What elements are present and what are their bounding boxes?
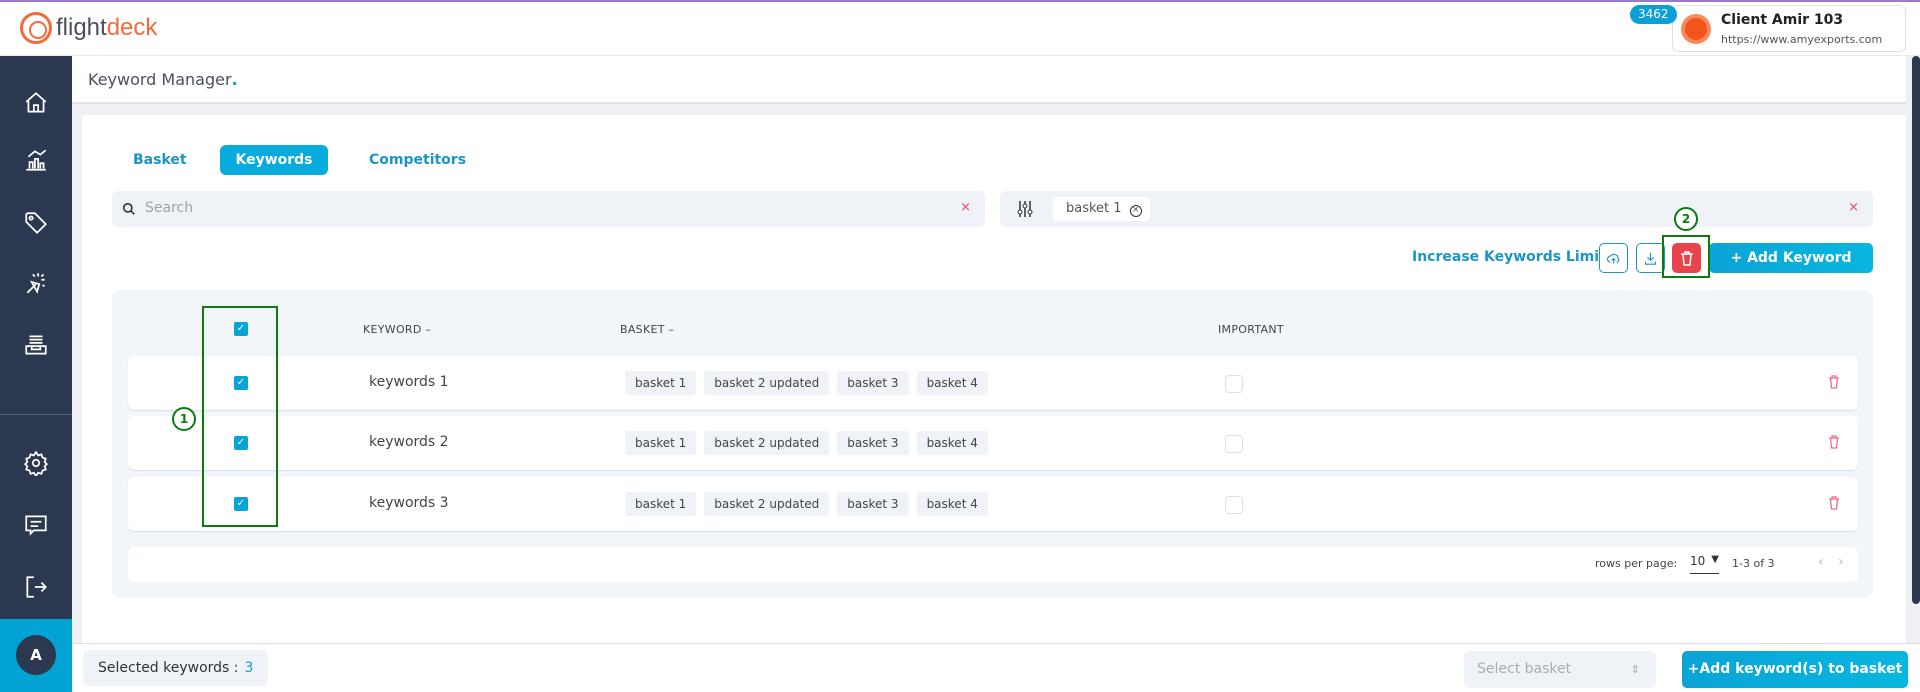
remove-chip-icon[interactable]: ×: [1129, 205, 1142, 217]
filter-chip: basket 1 ×: [1053, 197, 1150, 221]
selected-keywords-count: Selected keywords :3: [83, 650, 269, 686]
basket-chip: basket 2 updated: [704, 492, 830, 516]
basket-chips: basket 1 basket 2 updated basket 3 basket 4: [625, 492, 988, 516]
column-header-important: IMPORTANT: [1218, 323, 1284, 336]
inbox-icon[interactable]: [22, 331, 50, 359]
column-header-basket[interactable]: BASKET –: [620, 323, 674, 336]
home-icon[interactable]: [22, 89, 50, 117]
tab-competitors[interactable]: Competitors: [349, 145, 486, 175]
annotation-marker-1: 1: [172, 407, 196, 431]
pagination: rows per page: 10 ▼ 1-3 of 3 ‹ ›: [128, 547, 1858, 582]
keyword-text: keywords 3: [369, 495, 449, 511]
delete-row-trash-icon[interactable]: [1828, 375, 1840, 389]
basket-chip: basket 3: [837, 371, 909, 395]
next-page-button[interactable]: ›: [1838, 554, 1844, 570]
logo-text: flight: [56, 14, 107, 41]
bottom-action-bar: Selected keywords :3 Select basket ⇕ +Add…: [72, 643, 1920, 692]
page-title-bar: Keyword Manager.: [72, 56, 1906, 104]
delete-row-trash-icon[interactable]: [1828, 435, 1840, 449]
important-checkbox[interactable]: [1225, 435, 1243, 453]
important-checkbox[interactable]: [1225, 496, 1243, 514]
increase-keywords-limit-link[interactable]: Increase Keywords Limit: [1412, 249, 1606, 265]
client-card[interactable]: Client Amir 103 https://www.amyexports.c…: [1672, 5, 1906, 52]
table-row: ✓ keywords 1 basket 1 basket 2 updated bas…: [128, 356, 1858, 410]
download-icon: [1644, 252, 1657, 265]
select-basket-dropdown[interactable]: Select basket ⇕: [1464, 651, 1656, 688]
search-placeholder: Search: [145, 200, 194, 216]
settings-icon[interactable]: [22, 449, 50, 477]
basket-chip: basket 4: [916, 431, 988, 455]
keyword-text: keywords 1: [369, 374, 449, 390]
chat-icon[interactable]: [22, 511, 50, 539]
basket-chip: basket 3: [837, 431, 909, 455]
tab-keywords[interactable]: Keywords: [220, 145, 328, 175]
filter-sliders-icon[interactable]: [1017, 200, 1033, 218]
delete-row-trash-icon[interactable]: [1828, 496, 1840, 510]
rows-per-page-label: rows per page:: [1595, 557, 1678, 570]
tab-basket[interactable]: Basket: [113, 145, 207, 175]
client-url: https://www.amyexports.com: [1721, 33, 1883, 46]
basket-chip: basket 1: [625, 371, 697, 395]
click-icon[interactable]: [22, 269, 50, 297]
tag-icon[interactable]: [22, 209, 50, 237]
logo-text-accent: deck: [106, 14, 158, 41]
sidebar-divider: [0, 414, 72, 415]
column-header-keyword[interactable]: KEYWORD –: [363, 323, 431, 336]
search-icon: [123, 203, 135, 215]
page-range: 1-3 of 3: [1732, 557, 1775, 570]
analytics-icon[interactable]: [22, 146, 50, 174]
annotation-marker-2: 2: [1674, 207, 1698, 231]
clear-search-button[interactable]: ×: [960, 200, 971, 215]
basket-chips: basket 1 basket 2 updated basket 3 basket 4: [625, 371, 988, 395]
rows-per-page-select[interactable]: 10 ▼: [1690, 554, 1719, 574]
sidebar: A: [0, 56, 72, 692]
credits-badge: 3462: [1630, 5, 1677, 24]
cloud-upload-icon: [1607, 253, 1620, 263]
basket-chip: basket 4: [916, 371, 988, 395]
upload-button[interactable]: [1599, 243, 1628, 273]
user-menu[interactable]: A: [0, 619, 72, 692]
clear-filter-button[interactable]: ×: [1848, 200, 1859, 215]
basket-chip: basket 1: [625, 492, 697, 516]
page-title: Keyword Manager.: [88, 70, 238, 89]
prev-page-button[interactable]: ‹: [1818, 554, 1824, 570]
add-keyword-button[interactable]: + Add Keyword: [1709, 243, 1873, 273]
client-avatar: [1681, 14, 1711, 44]
important-checkbox[interactable]: [1225, 375, 1243, 393]
add-keywords-to-basket-button[interactable]: +Add keyword(s) to basket: [1682, 651, 1908, 688]
basket-chip: basket 2 updated: [704, 371, 830, 395]
basket-chips: basket 1 basket 2 updated basket 3 basket 4: [625, 431, 988, 455]
basket-chip: basket 2 updated: [704, 431, 830, 455]
basket-chip: basket 1: [625, 431, 697, 455]
table-row: ✓ keywords 3 basket 1 basket 2 updated bas…: [128, 477, 1858, 531]
basket-chip: basket 3: [837, 492, 909, 516]
table-row: ✓ keywords 2 basket 1 basket 2 updated bas…: [128, 416, 1858, 470]
updown-chevron-icon: ⇕: [1630, 663, 1640, 676]
download-button[interactable]: [1636, 243, 1665, 273]
client-name: Client Amir 103: [1721, 12, 1844, 28]
annotation-box-2: [1662, 235, 1710, 278]
search-input[interactable]: Search ×: [112, 191, 985, 227]
logout-icon[interactable]: [22, 573, 50, 601]
basket-chip: basket 4: [916, 492, 988, 516]
basket-filter[interactable]: basket 1 × ×: [1000, 191, 1873, 227]
keyword-text: keywords 2: [369, 434, 449, 450]
avatar[interactable]: A: [16, 635, 56, 675]
logo-icon: [20, 12, 52, 44]
flightdeck-logo[interactable]: flight deck: [20, 12, 157, 44]
annotation-box-1: [202, 306, 278, 527]
scrollbar[interactable]: [1912, 56, 1920, 604]
